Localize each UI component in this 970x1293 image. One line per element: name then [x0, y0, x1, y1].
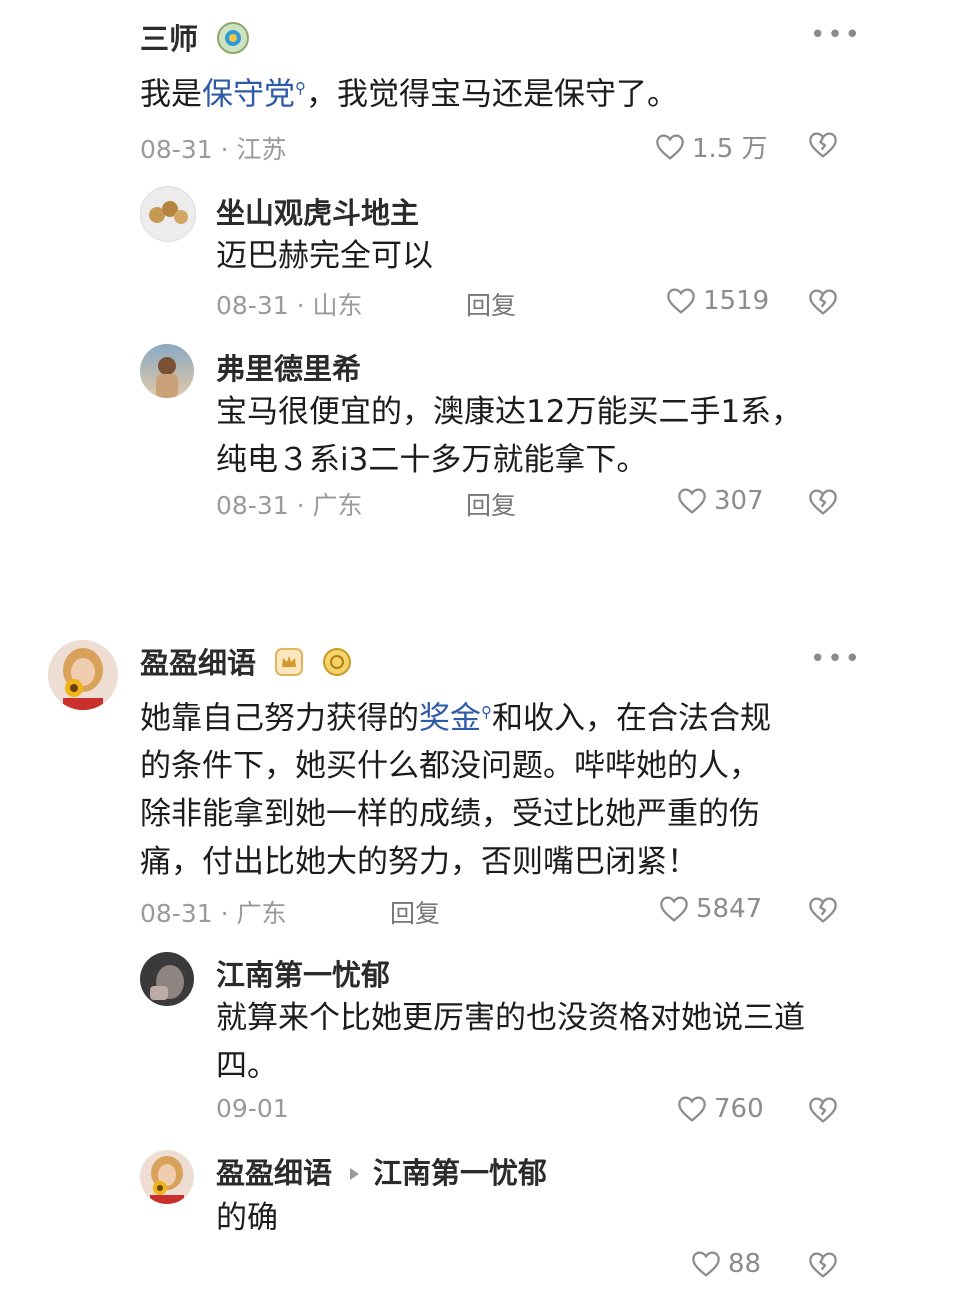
crown-badge-icon	[274, 647, 304, 684]
reply-meta: 09-01	[216, 1094, 289, 1123]
avatar[interactable]	[140, 186, 196, 242]
avatar[interactable]	[140, 344, 194, 398]
like-button[interactable]: 307	[676, 485, 764, 517]
comment-author[interactable]: 盈盈细语	[140, 640, 352, 684]
broken-heart-icon[interactable]	[807, 1094, 839, 1126]
more-options-button[interactable]: •••	[810, 20, 862, 50]
comment-meta: 08-31 · 广东	[140, 899, 287, 928]
medal-badge-icon	[216, 21, 250, 62]
search-icon: ⚲	[295, 79, 306, 97]
comment-text: 她靠自己努力获得的奖金⚲和收入，在合法合规 的条件下，她买什么都没问题。哔哔她的…	[140, 700, 771, 881]
avatar[interactable]	[140, 1150, 194, 1204]
reply-text: 宝马很便宜的，澳康达12万能买二手1系， 纯电３系i3二十多万就能拿下。	[216, 394, 803, 478]
reply-author[interactable]: 弗里德里希	[216, 346, 361, 388]
reply-meta: 08-31 · 山东	[216, 291, 363, 320]
reply-text: 的确	[216, 1200, 278, 1236]
reply-author[interactable]: 坐山观虎斗地主	[216, 190, 419, 232]
reply-button[interactable]: 回复	[466, 486, 516, 522]
heart-outline-icon	[690, 1248, 722, 1280]
heart-outline-icon	[665, 285, 697, 317]
reply-author[interactable]: 盈盈细语 江南第一忧郁	[216, 1150, 547, 1192]
like-button[interactable]: 5847	[658, 893, 762, 925]
heart-outline-icon	[676, 1093, 708, 1125]
broken-heart-icon[interactable]	[807, 486, 839, 518]
like-button[interactable]: 1.5 万	[654, 128, 768, 165]
heart-outline-icon	[676, 485, 708, 517]
heart-outline-icon	[654, 131, 686, 163]
like-button[interactable]: 760	[676, 1093, 764, 1125]
topic-link[interactable]: 奖金	[419, 700, 481, 736]
comment-author[interactable]: 三师	[140, 16, 250, 62]
more-options-button[interactable]: •••	[810, 644, 862, 674]
reply-text: 迈巴赫完全可以	[216, 238, 433, 274]
avatar[interactable]	[140, 952, 194, 1006]
reply-button[interactable]: 回复	[466, 286, 516, 322]
reply-author[interactable]: 江南第一忧郁	[216, 952, 390, 994]
reply-meta: 08-31 · 广东	[216, 491, 363, 520]
heart-outline-icon	[658, 893, 690, 925]
avatar[interactable]	[48, 640, 118, 710]
broken-heart-icon[interactable]	[807, 894, 839, 926]
comment-meta: 08-31 · 江苏	[140, 135, 287, 164]
reply-to-user[interactable]: 江南第一忧郁	[373, 1156, 547, 1190]
reply-text: 就算来个比她更厉害的也没资格对她说三道 四。	[216, 1000, 805, 1084]
like-button[interactable]: 88	[690, 1248, 761, 1280]
comment-text: 我是保守党⚲，我觉得宝马还是保守了。	[140, 76, 678, 113]
broken-heart-icon[interactable]	[807, 1249, 839, 1281]
like-button[interactable]: 1519	[665, 285, 769, 317]
reply-button[interactable]: 回复	[390, 894, 440, 930]
topic-link[interactable]: 保守党	[202, 76, 295, 112]
broken-heart-icon[interactable]	[807, 129, 839, 161]
broken-heart-icon[interactable]	[807, 286, 839, 318]
search-icon: ⚲	[481, 703, 492, 721]
coin-badge-icon	[322, 647, 352, 684]
reply-arrow-icon	[350, 1168, 360, 1180]
